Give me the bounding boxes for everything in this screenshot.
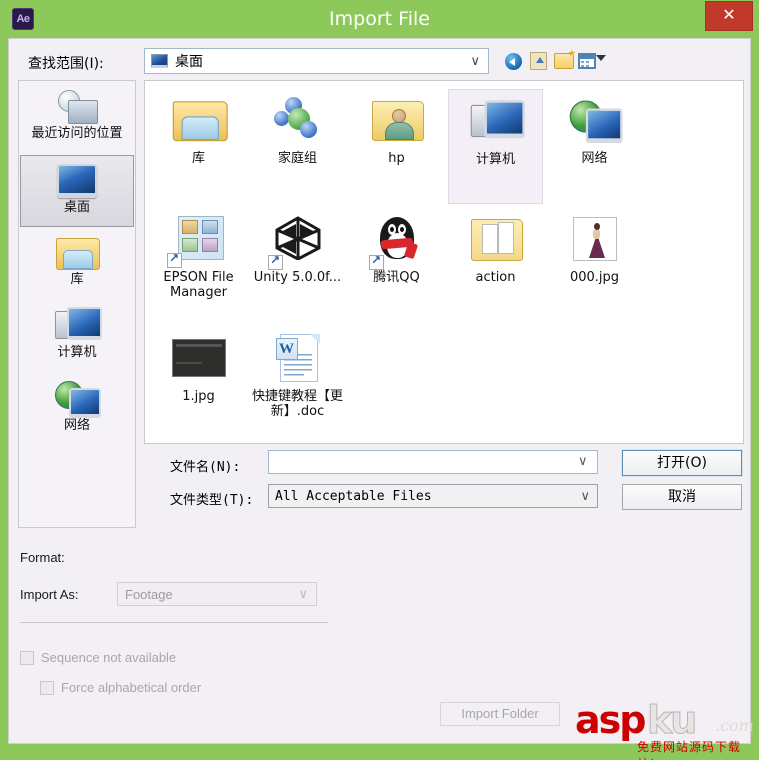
sequence-not-available-checkbox[interactable]: Sequence not available bbox=[20, 650, 176, 665]
qq-icon bbox=[349, 208, 444, 270]
list-item-label: EPSON File Manager bbox=[163, 270, 234, 300]
word-document-icon: W bbox=[250, 327, 345, 389]
list-item-label: 计算机 bbox=[475, 152, 515, 167]
checkbox-label: Sequence not available bbox=[41, 650, 177, 665]
unity-icon bbox=[250, 208, 345, 270]
shortcut-overlay-icon bbox=[369, 253, 384, 270]
sidebar-item-network[interactable]: 网络 bbox=[20, 374, 134, 446]
folder-icon bbox=[448, 208, 543, 270]
list-item-label: 网络 bbox=[581, 151, 608, 166]
list-item[interactable]: 家庭组 bbox=[250, 89, 345, 204]
cancel-button[interactable]: 取消 bbox=[622, 484, 742, 510]
libraries-icon bbox=[20, 228, 134, 272]
chevron-down-icon[interactable]: ∨ bbox=[470, 53, 480, 69]
sidebar-item-label: 计算机 bbox=[57, 345, 97, 360]
user-folder-icon bbox=[349, 89, 444, 151]
views-chevron-down-icon[interactable] bbox=[596, 55, 606, 61]
back-icon[interactable] bbox=[505, 50, 527, 72]
import-folder-button[interactable]: Import Folder bbox=[440, 702, 560, 726]
import-file-dialog: Ae Import File ✕ 查找范围(I): 桌面 ∨ 最近访问的位置 桌… bbox=[0, 0, 759, 760]
list-item[interactable]: 1.jpg bbox=[151, 327, 246, 442]
open-button[interactable]: 打开(O) bbox=[621, 449, 743, 477]
filename-label: 文件名(N): bbox=[170, 460, 241, 475]
list-item[interactable]: 库 bbox=[151, 89, 246, 204]
network-icon bbox=[547, 89, 642, 151]
dark-image-thumbnail-icon bbox=[151, 327, 246, 389]
list-item-label: 1.jpg bbox=[182, 389, 215, 404]
filename-input[interactable] bbox=[268, 450, 598, 474]
list-item[interactable]: Unity 5.0.0f... bbox=[250, 208, 345, 323]
list-item[interactable]: EPSON File Manager bbox=[151, 208, 246, 323]
sidebar-item-desktop[interactable]: 桌面 bbox=[20, 155, 134, 227]
list-item[interactable]: 000.jpg bbox=[547, 208, 642, 323]
filename-chevron-down-icon[interactable]: ∨ bbox=[578, 453, 588, 469]
list-item-label: action bbox=[475, 270, 516, 285]
epson-file-manager-icon bbox=[151, 208, 246, 270]
new-folder-icon[interactable] bbox=[554, 48, 576, 72]
list-item-selected[interactable]: 计算机 bbox=[448, 89, 543, 204]
list-item[interactable]: 网络 bbox=[547, 89, 642, 204]
recent-places-icon bbox=[20, 82, 134, 126]
filetype-value: All Acceptable Files bbox=[275, 489, 432, 504]
checkbox-label: Force alphabetical order bbox=[61, 680, 202, 695]
sidebar-item-computer[interactable]: 计算机 bbox=[20, 301, 134, 373]
list-item[interactable]: action bbox=[448, 208, 543, 323]
places-sidebar: 最近访问的位置 桌面 库 计算机 网络 bbox=[18, 80, 136, 528]
photo-thumbnail-icon bbox=[547, 208, 642, 270]
page-title: Import File bbox=[329, 8, 430, 30]
format-label: Format: bbox=[20, 550, 65, 565]
list-item[interactable]: 腾讯QQ bbox=[349, 208, 444, 323]
computer-icon bbox=[449, 90, 542, 152]
up-one-level-icon[interactable] bbox=[530, 50, 552, 72]
sidebar-item-libraries[interactable]: 库 bbox=[20, 228, 134, 300]
sidebar-item-label: 桌面 bbox=[63, 200, 90, 215]
look-in-label: 查找范围(I): bbox=[28, 56, 104, 72]
import-as-value: Footage bbox=[125, 587, 173, 602]
list-item-label: 快捷键教程【更新】.doc bbox=[251, 389, 343, 419]
import-as-label: Import As: bbox=[20, 587, 79, 602]
look-in-combobox[interactable]: 桌面 ∨ bbox=[144, 48, 489, 74]
filetype-label: 文件类型(T): bbox=[170, 493, 254, 508]
desktop-icon bbox=[151, 54, 168, 68]
filetype-combobox[interactable]: All Acceptable Files ∨ bbox=[268, 484, 598, 508]
list-item-label: 000.jpg bbox=[569, 270, 620, 285]
force-alphabetical-order-checkbox[interactable]: Force alphabetical order bbox=[40, 680, 201, 695]
list-item-label: 家庭组 bbox=[277, 151, 317, 166]
list-item[interactable]: W 快捷键教程【更新】.doc bbox=[250, 327, 345, 442]
look-in-value: 桌面 bbox=[175, 54, 203, 70]
views-icon[interactable] bbox=[578, 50, 600, 72]
list-item-label: 库 bbox=[191, 151, 205, 166]
homegroup-icon bbox=[250, 89, 345, 151]
divider bbox=[20, 622, 328, 623]
desktop-icon bbox=[21, 156, 133, 200]
computer-icon bbox=[20, 301, 134, 345]
sidebar-item-recent[interactable]: 最近访问的位置 bbox=[20, 82, 134, 154]
chevron-down-icon[interactable]: ∨ bbox=[580, 488, 590, 504]
checkbox-icon[interactable] bbox=[20, 650, 34, 665]
sidebar-item-label: 库 bbox=[70, 272, 84, 287]
shortcut-overlay-icon bbox=[268, 253, 283, 270]
list-item-label: hp bbox=[388, 151, 405, 166]
list-item-label: Unity 5.0.0f... bbox=[253, 270, 342, 285]
shortcut-overlay-icon bbox=[167, 251, 182, 268]
sidebar-item-label: 最近访问的位置 bbox=[31, 126, 123, 141]
chevron-down-icon[interactable]: ∨ bbox=[298, 586, 308, 602]
file-list[interactable]: 库 家庭组 hp 计算机 网络 EPSON F bbox=[144, 80, 744, 444]
close-button[interactable]: ✕ bbox=[705, 1, 753, 31]
sidebar-item-label: 网络 bbox=[63, 418, 90, 433]
checkbox-icon[interactable] bbox=[40, 680, 54, 695]
title-bar: Ae Import File ✕ bbox=[0, 0, 759, 38]
libraries-folder-icon bbox=[151, 89, 246, 151]
list-item[interactable]: hp bbox=[349, 89, 444, 204]
list-item-label: 腾讯QQ bbox=[373, 270, 420, 285]
network-icon bbox=[20, 374, 134, 418]
import-as-combobox[interactable]: Footage ∨ bbox=[117, 582, 317, 606]
